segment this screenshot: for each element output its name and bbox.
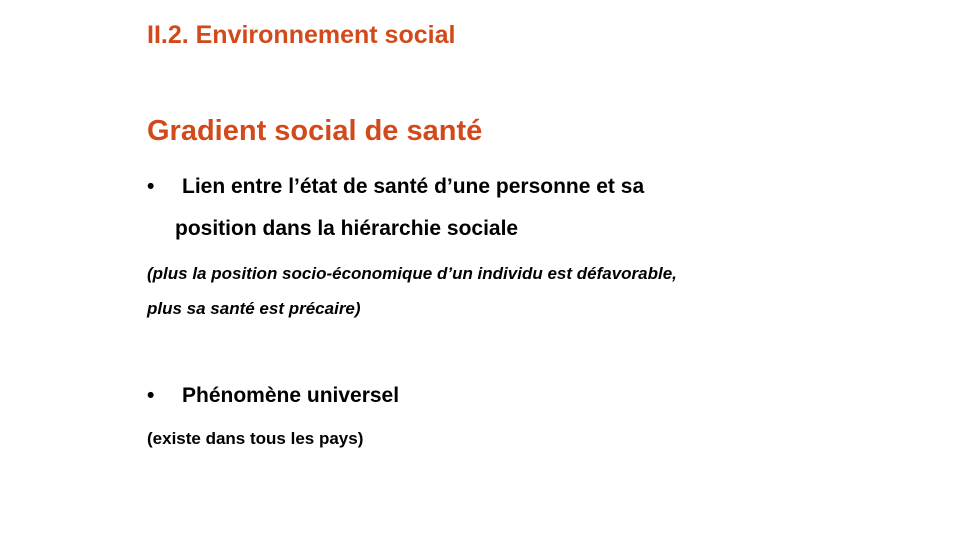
- bullet-marker: •: [147, 384, 155, 407]
- bullet-note: (existe dans tous les pays): [147, 429, 364, 448]
- bullet-text: Lien entre l’état de santé d’une personn…: [182, 175, 645, 198]
- bullet-marker: •: [147, 175, 155, 198]
- slide-heading: Gradient social de santé: [147, 115, 483, 147]
- bullet-text: Phénomène universel: [182, 384, 400, 407]
- bullet-note: (plus la position socio-économique d’un …: [147, 264, 677, 283]
- section-title: II.2. Environnement social: [147, 21, 456, 49]
- bullet-text-continuation: position dans la hiérarchie sociale: [175, 217, 519, 240]
- slide: II.2. Environnement social Gradient soci…: [0, 0, 960, 540]
- bullet-item-gradient: • Lien entre l’état de santé d’une person…: [147, 173, 644, 201]
- bullet-note-continuation: plus sa santé est précaire): [147, 299, 361, 318]
- bullet-item-universal: • Phénomène universel: [147, 382, 399, 410]
